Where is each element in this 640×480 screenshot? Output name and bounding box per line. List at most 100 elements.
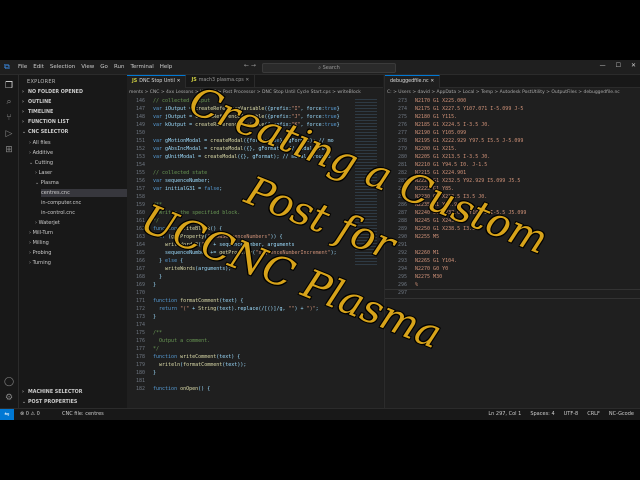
- line-text: N2245 G1 X245.: [415, 218, 458, 224]
- breadcrumb[interactable]: C: > Users > david > AppData > Local > T…: [385, 88, 640, 97]
- minimize-icon[interactable]: —: [600, 62, 606, 69]
- code-line: 292 N2260 M1: [385, 249, 640, 257]
- code-line: 156 var sequenceNumber;: [127, 177, 383, 185]
- line-number: 167: [135, 266, 145, 272]
- account-icon[interactable]: ◯: [4, 377, 14, 387]
- close-icon[interactable]: ✕: [175, 79, 180, 84]
- code-line: 164 writeWords2("N" + sequenceNumber, ar…: [127, 241, 383, 249]
- line-text: N2175 G1 X227.5 Y107.071 I-5.099 J-5: [415, 106, 524, 112]
- search-icon[interactable]: ⌕: [4, 97, 14, 107]
- code-line: 273 N2170 G1 X225.000: [385, 97, 640, 105]
- run-debug-icon[interactable]: ▷: [4, 129, 14, 139]
- code-line: 278 N2195 G1 X222.929 Y97.5 I5.5 J-5.099: [385, 137, 640, 145]
- tree-item-centres-cnc[interactable]: centres.cnc: [41, 189, 141, 197]
- tree-item-label: in-control.cnc: [41, 210, 75, 216]
- line-text: N2215 G1 X224.901: [415, 170, 467, 176]
- source-control-icon[interactable]: ⑂: [4, 113, 14, 123]
- tree-item-label: All files: [32, 140, 51, 146]
- settings-gear-icon[interactable]: ⚙: [4, 393, 14, 403]
- explorer-icon[interactable]: ❐: [4, 81, 14, 91]
- code-line: 182 function onOpen() {: [127, 385, 383, 393]
- minimap[interactable]: [355, 97, 377, 267]
- line-number: 149: [135, 122, 145, 128]
- sidebar-section-no-folder-opened[interactable]: › NO FOLDER OPENED: [22, 89, 126, 97]
- tree-item-turning[interactable]: › Turning: [29, 259, 129, 267]
- code-line: 277 N2190 G1 Y105.099: [385, 129, 640, 137]
- menu-item-selection[interactable]: Selection: [50, 63, 75, 71]
- sidebar-section-cnc-selector[interactable]: ⌄ CNC SELECTOR: [22, 129, 126, 137]
- code-area-right[interactable]: 273 N2170 G1 X225.000 274 N2175 G1 X227.5 Y…: [385, 97, 640, 408]
- tree-item-label: centres.cnc: [41, 190, 70, 196]
- tree-item-cutting[interactable]: ⌄ Cutting: [29, 159, 129, 167]
- cnc-file-status[interactable]: CNC file: centres: [62, 409, 104, 420]
- line-number: 172: [135, 306, 145, 312]
- status-item-nc-gcode[interactable]: NC-Gcode: [609, 409, 634, 420]
- command-search-input[interactable]: ⌕ Search: [262, 63, 396, 73]
- close-icon[interactable]: ✕: [244, 78, 249, 83]
- status-bar: ⇋ ⊗ 0 ⚠ 0 CNC file: centres Ln 297, Col …: [0, 408, 640, 420]
- code-line: 152 var gAbsIncModal = createModal({}, gF…: [127, 145, 383, 153]
- sidebar-section-post-properties[interactable]: ⌄ POST PROPERTIES: [22, 399, 126, 407]
- line-text: var gMotionModal = createModal({force:tr…: [153, 138, 334, 144]
- menu-bar: File Edit Selection View Go Run Terminal Help: [18, 63, 172, 71]
- sidebar-section-outline[interactable]: › OUTLINE: [22, 99, 126, 107]
- menu-item-view[interactable]: View: [81, 63, 94, 71]
- extensions-icon[interactable]: ⊞: [4, 145, 14, 155]
- line-number: 158: [135, 194, 145, 200]
- line-text: var initialG31 = false;: [153, 186, 223, 192]
- status-item-ln-297-col-1[interactable]: Ln 297, Col 1: [488, 409, 521, 420]
- line-number: 162: [135, 226, 145, 232]
- line-number: 170: [135, 290, 145, 296]
- sidebar-section-timeline[interactable]: › TIMELINE: [22, 109, 126, 117]
- status-item-crlf[interactable]: CRLF: [587, 409, 600, 420]
- tab-debuggedfile[interactable]: debuggedfile.nc ✕: [385, 75, 441, 88]
- tree-item-in-computer-cnc[interactable]: in-computer.cnc: [41, 199, 141, 207]
- tree-item-milling[interactable]: › Milling: [29, 239, 129, 247]
- maximize-icon[interactable]: ☐: [616, 62, 621, 69]
- line-number: 177: [135, 346, 145, 352]
- tree-item-additive[interactable]: › Additive: [29, 149, 129, 157]
- sidebar-section-function-list[interactable]: › FUNCTION LIST: [22, 119, 126, 127]
- menu-item-file[interactable]: File: [18, 63, 27, 71]
- menu-item-help[interactable]: Help: [160, 63, 173, 71]
- line-number: 153: [135, 154, 145, 160]
- menu-item-run[interactable]: Run: [114, 63, 125, 71]
- code-line: 172 return "(" + String(text).replace(/[…: [127, 305, 383, 313]
- tree-item-laser[interactable]: › Laser: [35, 169, 135, 177]
- line-text: N2220 G1 X232.5 Y92.929 I5.099 J5.5: [415, 178, 521, 184]
- close-icon[interactable]: ✕: [631, 62, 636, 69]
- line-number: 151: [135, 138, 145, 144]
- menu-item-terminal[interactable]: Terminal: [130, 63, 153, 71]
- tree-item-mill-turn[interactable]: › Mill-Turn: [29, 229, 129, 237]
- tab-mach3-plasma-cps[interactable]: JS mach3 plasma.cps ✕: [186, 75, 256, 87]
- line-text: var gAbsIncModal = createModal({}, gForm…: [153, 146, 331, 152]
- line-number: 276: [397, 122, 407, 128]
- remote-icon[interactable]: ⇋: [0, 409, 14, 420]
- line-number: 297: [397, 290, 407, 296]
- tree-item-probing[interactable]: › Probing: [29, 249, 129, 257]
- tree-item-label: Mill-Turn: [32, 230, 54, 236]
- code-area-left[interactable]: 146 // collected output 147 var iOutput = c…: [127, 97, 383, 408]
- line-number: 155: [135, 170, 145, 176]
- tree-item-in-control-cnc[interactable]: in-control.cnc: [41, 209, 141, 217]
- code-line: 288 N2245 G1 X245.: [385, 217, 640, 225]
- sidebar-section-machine-selector[interactable]: › MACHINE SELECTOR: [22, 389, 126, 397]
- code-line: 289 N2250 G1 X238.5 I3.5: [385, 225, 640, 233]
- nav-arrows-icon[interactable]: ← →: [244, 62, 256, 69]
- menu-item-edit[interactable]: Edit: [33, 63, 44, 71]
- tree-item-all-files[interactable]: › All files: [29, 139, 129, 147]
- line-number: 180: [135, 370, 145, 376]
- line-number: 154: [135, 162, 145, 168]
- menu-item-go[interactable]: Go: [100, 63, 108, 71]
- line-number: 174: [135, 322, 145, 328]
- status-item-spaces-4[interactable]: Spaces: 4: [530, 409, 554, 420]
- line-number: 166: [135, 258, 145, 264]
- breadcrumb[interactable]: ments > CNC > 4xx Lessons > UCCNC > Post…: [127, 88, 385, 97]
- tree-item-plasma[interactable]: ⌄ Plasma: [35, 179, 135, 187]
- line-text: writeln(formatComment(text));: [159, 362, 247, 368]
- problems-count[interactable]: ⊗ 0 ⚠ 0: [20, 409, 40, 420]
- status-item-utf-8[interactable]: UTF-8: [564, 409, 579, 420]
- line-text: var gUnitModal = createModal({}, gFormat…: [153, 154, 331, 160]
- tree-item-waterjet[interactable]: › Waterjet: [35, 219, 135, 227]
- tab-dnc-stop-until[interactable]: JS DNC Stop Until ✕: [127, 75, 187, 88]
